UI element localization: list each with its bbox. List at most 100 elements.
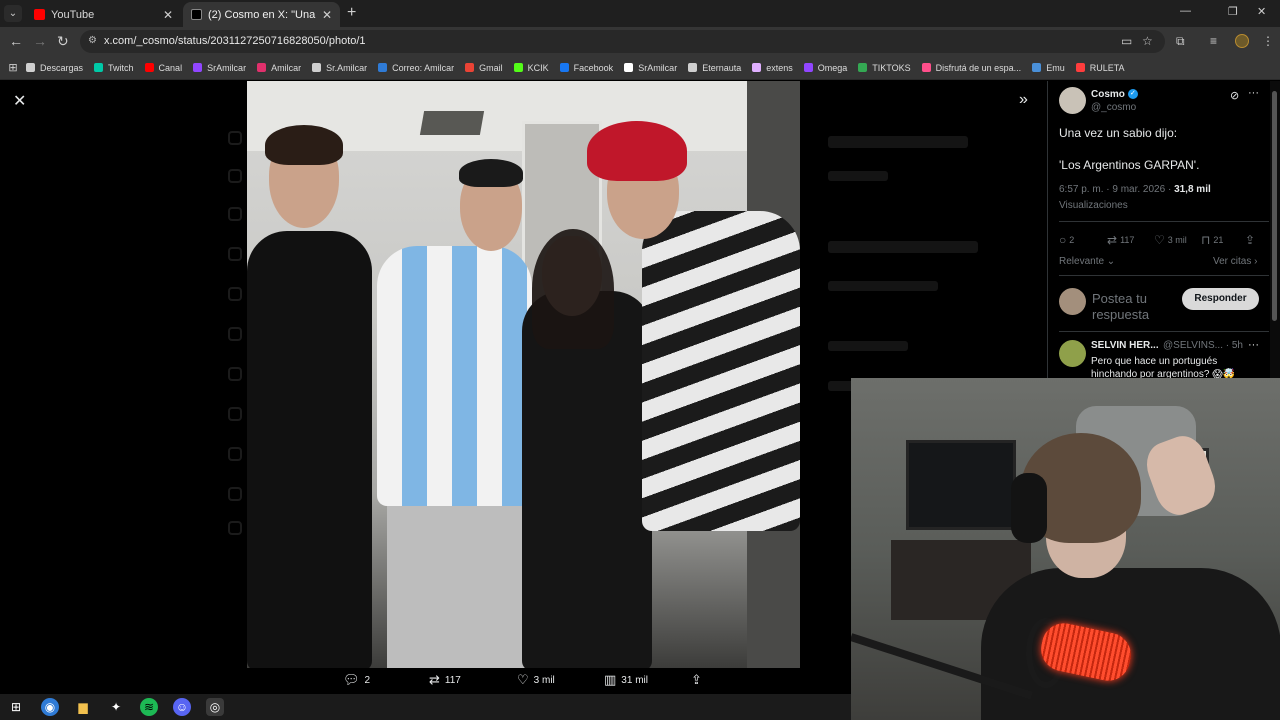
site-info-icon[interactable]: ⚙: [88, 35, 97, 46]
bookmark-item[interactable]: Sr.Amilcar: [312, 63, 367, 73]
spotify-icon[interactable]: ≋: [140, 698, 158, 716]
windows-start-icon[interactable]: ⊞: [7, 698, 25, 716]
webcam-overlay: [851, 378, 1280, 720]
bookmark-item[interactable]: TIKTOKS: [858, 63, 911, 73]
menu-icon[interactable]: ⋮: [1262, 34, 1274, 48]
reload-icon[interactable]: ↻: [57, 33, 69, 50]
close-tab-icon[interactable]: ✕: [322, 8, 332, 22]
bookmark-item[interactable]: SrAmilcar: [624, 63, 677, 73]
minimize-icon[interactable]: —: [1180, 5, 1191, 17]
more-options-icon[interactable]: ···: [1248, 339, 1259, 351]
scrollbar[interactable]: [1270, 81, 1280, 381]
bookmark-item[interactable]: Omega: [803, 63, 847, 73]
dimmed-sidebar: [220, 81, 250, 694]
bookmark-item[interactable]: RULETA: [1075, 63, 1125, 73]
obs-icon[interactable]: ◎: [206, 698, 224, 716]
sort-dropdown[interactable]: Relevante ⌄: [1059, 256, 1115, 267]
view-quotes-link[interactable]: Ver citas ›: [1213, 256, 1257, 267]
bookmark-label: Sr.Amilcar: [326, 62, 368, 73]
bookmark-item[interactable]: Amilcar: [257, 63, 301, 73]
close-tab-icon[interactable]: ✕: [163, 8, 173, 22]
tweet-photo: [247, 81, 800, 668]
reply-author-avatar[interactable]: [1059, 340, 1086, 367]
bookmark-label: Descargas: [40, 62, 84, 73]
bookmark-item[interactable]: Disfrutá de un espa...: [921, 63, 1021, 73]
bookmark-item[interactable]: Correo: Amilcar: [378, 63, 454, 73]
close-window-icon[interactable]: ✕: [1257, 5, 1266, 18]
bookmark-item[interactable]: KCIK: [513, 62, 549, 73]
like-action[interactable]: ♡ 3 mil: [517, 672, 555, 688]
x-logo-icon: [191, 9, 202, 20]
tab-x-cosmo[interactable]: (2) Cosmo en X: "Una vez un sa ✕: [183, 2, 340, 27]
share-stat[interactable]: ⇪: [1245, 233, 1258, 247]
reply-author-name[interactable]: SELVIN HER...: [1091, 340, 1159, 351]
chrome-icon[interactable]: ◉: [41, 698, 59, 716]
author-name[interactable]: Cosmo ✓: [1091, 89, 1138, 100]
heart-icon: ♡: [1154, 233, 1165, 247]
forward-icon[interactable]: →: [33, 33, 47, 49]
reply-count: 2: [364, 674, 371, 686]
verified-badge-icon: ✓: [1127, 89, 1138, 100]
more-options-icon[interactable]: ···: [1248, 87, 1259, 99]
repost-stat[interactable]: ⇄ 117: [1107, 233, 1134, 247]
views-action[interactable]: ▥ 31 mil: [604, 672, 648, 688]
reply-button[interactable]: Responder: [1182, 288, 1259, 310]
bookmark-favicon-icon: [858, 63, 868, 72]
view-count: 31 mil: [621, 674, 648, 686]
cast-icon[interactable]: ▭: [1121, 34, 1132, 48]
bookmark-item[interactable]: Descargas: [26, 63, 83, 73]
file-explorer-icon[interactable]: ▆: [74, 698, 92, 716]
tweet-detail-panel: Cosmo ✓ @_cosmo ⊘ ··· Una vez un sabio di…: [1047, 81, 1270, 381]
app-icon[interactable]: ✦: [107, 698, 125, 716]
extensions-icon[interactable]: ⧉: [1176, 34, 1185, 49]
bookmark-item[interactable]: SrAmilcar: [193, 63, 246, 73]
reply-input[interactable]: Postea tu respuesta: [1092, 291, 1177, 327]
address-bar[interactable]: ⚙ x.com/_cosmo/status/203112725071682805…: [80, 30, 1165, 53]
apps-grid-icon[interactable]: ⊞: [0, 61, 26, 74]
share-icon: ⇪: [691, 672, 702, 687]
new-tab-button[interactable]: +: [347, 4, 356, 22]
tweet-text-line: 'Los Argentinos GARPAN'.: [1059, 158, 1200, 172]
close-viewer-icon[interactable]: ✕: [13, 91, 26, 111]
bookmark-label: Twitch: [108, 62, 134, 73]
back-icon[interactable]: ←: [9, 33, 23, 49]
bookmark-item[interactable]: extens: [752, 63, 793, 73]
reading-list-icon[interactable]: ≡: [1210, 34, 1217, 48]
grok-icon[interactable]: ⊘: [1230, 89, 1239, 102]
url-text: x.com/_cosmo/status/2031127250716828050/…: [104, 35, 366, 47]
tab-youtube[interactable]: YouTube ✕: [26, 2, 181, 27]
bookmark-stat[interactable]: ⊓ 21: [1201, 233, 1223, 247]
tab-search-button[interactable]: ⌄: [4, 5, 22, 22]
reply-stat[interactable]: ○ 2: [1059, 233, 1074, 247]
bookmark-label: Correo: Amilcar: [392, 62, 455, 73]
bookmark-item[interactable]: Eternauta: [688, 63, 741, 73]
bookmark-item[interactable]: Twitch: [94, 63, 134, 73]
like-stat[interactable]: ♡ 3 mil: [1154, 233, 1187, 247]
reply-author-handle[interactable]: @SELVINS... · 5h: [1163, 340, 1243, 351]
discord-icon[interactable]: ☺: [173, 698, 191, 716]
bookmark-label: Canal: [158, 62, 183, 73]
bookmark-favicon-icon: [312, 63, 322, 72]
bookmark-star-icon[interactable]: ☆: [1142, 34, 1153, 48]
restore-icon[interactable]: ❐: [1228, 5, 1238, 18]
author-avatar[interactable]: [1059, 87, 1086, 114]
bookmark-item[interactable]: Gmail: [465, 63, 503, 73]
photo-action-bar: 💬︎ 2 ⇄ 117 ♡ 3 mil ▥ 31 mil ⇪: [247, 668, 800, 692]
author-handle[interactable]: @_cosmo: [1091, 102, 1136, 113]
reply-icon: 💬︎: [343, 672, 360, 687]
bookmark-label: Emu: [1046, 62, 1065, 73]
bookmark-item[interactable]: Facebook: [559, 63, 613, 73]
repost-action[interactable]: ⇄ 117: [429, 672, 461, 688]
bookmark-item[interactable]: Canal: [144, 62, 183, 73]
profile-avatar[interactable]: [1235, 34, 1249, 48]
bookmark-item[interactable]: Emu: [1032, 63, 1065, 73]
expand-panel-icon[interactable]: »: [1019, 91, 1028, 109]
reply-action[interactable]: 💬︎ 2: [343, 672, 370, 688]
tweet-timestamp: 6:57 p. m. · 9 mar. 2026 · 31,8 mil: [1059, 184, 1211, 195]
browser-toolbar: ← → ↻ ⚙ x.com/_cosmo/status/203112725071…: [0, 27, 1280, 56]
views-count: 31,8 mil: [1174, 184, 1211, 195]
bookmark-label: KCIK: [527, 62, 549, 73]
bookmark-icon: ⊓: [1201, 233, 1211, 247]
bookmark-favicon-icon: [257, 63, 267, 72]
share-action[interactable]: ⇪: [691, 672, 707, 688]
